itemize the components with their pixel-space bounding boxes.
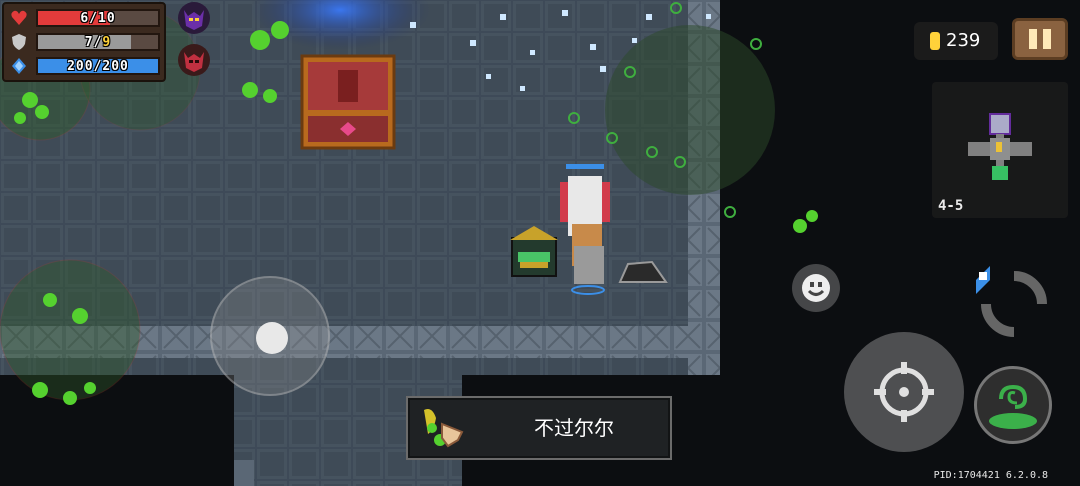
energy-crystal-icon xyxy=(12,58,26,74)
purple-demon-mask-icon[interactable] xyxy=(178,2,210,34)
heart-icon xyxy=(11,10,27,25)
weapon-swap-button[interactable] xyxy=(976,266,1052,342)
armor-row: 7/9 xyxy=(10,32,160,52)
floor-label: 4-5 xyxy=(938,198,964,214)
crosshair-icon xyxy=(874,362,934,422)
status-panel: 6/10 7/9 200/200 xyxy=(2,2,166,82)
shield-icon xyxy=(12,34,26,50)
joystick-knob[interactable] xyxy=(256,322,288,354)
armor-bar: 7/9 xyxy=(36,33,160,51)
energy-text: 200/200 xyxy=(67,59,129,74)
armor-max: 9 xyxy=(102,35,112,50)
smiley-icon xyxy=(802,274,830,302)
armor-current: 7/ xyxy=(84,35,103,50)
pause-button[interactable] xyxy=(1012,18,1068,60)
health-text: 6/10 xyxy=(80,11,116,26)
emote-button[interactable] xyxy=(792,264,840,312)
attack-button[interactable] xyxy=(844,332,964,452)
energy-row: 200/200 xyxy=(10,56,160,76)
treasure-chest xyxy=(300,54,396,150)
minimap[interactable]: 4-5 xyxy=(932,82,1068,218)
weapon-icon xyxy=(424,409,464,448)
coin-count: 239 xyxy=(946,30,981,51)
coin-icon xyxy=(930,32,940,50)
health-row: 6/10 xyxy=(10,8,160,28)
green-vortex-skill-icon xyxy=(989,384,1037,429)
red-demon-mask-icon[interactable] xyxy=(178,44,210,76)
coin-counter: 239 xyxy=(914,22,998,60)
health-bar: 6/10 xyxy=(36,9,160,27)
weapon-name: 不过尔尔 xyxy=(534,416,614,440)
weapon-swap-icon xyxy=(976,266,1047,337)
move-joystick[interactable] xyxy=(210,276,330,396)
armor-text: 7/9 xyxy=(38,35,158,50)
build-id: PID:1704421 6.2.0.8 xyxy=(933,470,1048,481)
pause-icon xyxy=(1029,29,1037,49)
energy-bar: 200/200 xyxy=(36,57,160,75)
weapon-panel[interactable]: 不过尔尔 xyxy=(406,396,672,460)
skill-button[interactable] xyxy=(974,366,1052,444)
